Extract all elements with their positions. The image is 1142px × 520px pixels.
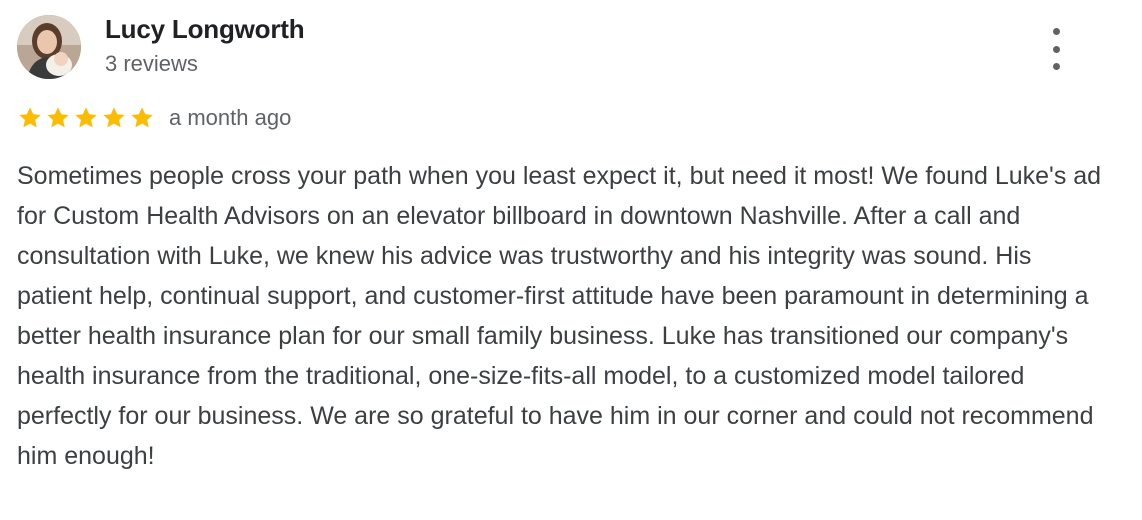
star-icon xyxy=(47,107,69,128)
review-text: Sometimes people cross your path when yo… xyxy=(17,162,1102,470)
star-rating xyxy=(17,104,155,132)
stars-container xyxy=(17,105,155,131)
author-review-count[interactable]: 3 reviews xyxy=(105,51,198,77)
profile-photo-icon xyxy=(17,15,81,79)
star-icon xyxy=(131,107,153,128)
star-icon xyxy=(75,107,97,128)
review-card: Lucy Longworth 3 reviews a month ago Som… xyxy=(0,0,1142,520)
review-date: a month ago xyxy=(169,105,292,130)
more-vertical-icon xyxy=(1052,28,1060,35)
more-options-button[interactable] xyxy=(1041,28,1071,70)
author-name[interactable]: Lucy Longworth xyxy=(105,14,305,45)
star-icon xyxy=(19,107,41,128)
star-icon xyxy=(103,107,125,128)
author-avatar[interactable] xyxy=(17,15,81,79)
